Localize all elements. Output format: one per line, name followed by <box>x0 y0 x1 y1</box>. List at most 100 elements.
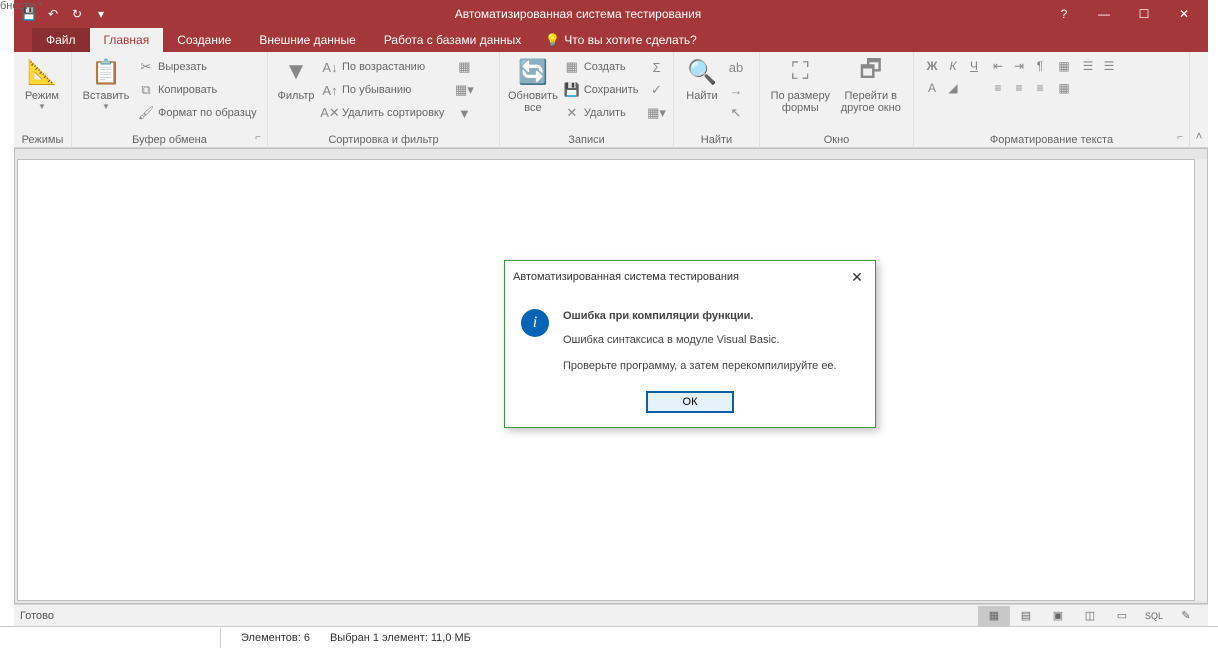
clear-sort-button[interactable]: A✕Удалить сортировку <box>318 102 448 124</box>
bold-button[interactable]: Ж <box>922 56 942 76</box>
funnel-small-icon: ▼ <box>456 105 472 121</box>
close-button[interactable]: ✕ <box>1164 0 1204 28</box>
maximize-button[interactable]: ☐ <box>1124 0 1164 28</box>
brush-icon: 🖌 <box>138 105 154 121</box>
copy-label: Копировать <box>158 84 217 96</box>
gridlines-button[interactable]: ▦ <box>1054 56 1074 76</box>
advanced-icon: ▦▾ <box>456 82 472 98</box>
replace-button[interactable]: ab <box>724 56 748 78</box>
undo-icon[interactable]: ↶ <box>42 3 64 25</box>
view-report-button[interactable]: ▭ <box>1106 606 1138 626</box>
dialog-titlebar: Автоматизированная система тестирования … <box>505 261 875 293</box>
bullet-list-button[interactable]: ☰ <box>1078 56 1098 76</box>
item-count: Элементов: 6 <box>241 632 310 644</box>
advanced-filter-button[interactable]: ▦▾ <box>452 79 476 101</box>
dialog-close-button[interactable]: ✕ <box>847 267 867 287</box>
tab-home[interactable]: Главная <box>90 28 164 52</box>
fit-form-button[interactable]: ⛶ По размеру формы <box>766 54 835 116</box>
window-controls: ? — ☐ ✕ <box>1044 0 1204 28</box>
vertical-scrollbar[interactable] <box>1195 159 1207 601</box>
status-bar: Готово ▦ ▤ ▣ ◫ ▭ SQL ✎ <box>14 604 1208 626</box>
goto-button[interactable]: → <box>724 79 748 101</box>
sort-asc-button[interactable]: A↓По возрастанию <box>318 56 448 78</box>
view-mode-button[interactable]: 📐 Режим ▼ <box>20 54 64 113</box>
spellcheck-button[interactable]: ✓ <box>644 79 668 101</box>
more-icon: ▦▾ <box>648 105 664 121</box>
ok-button[interactable]: ОК <box>646 391 734 413</box>
tab-external-data[interactable]: Внешние данные <box>245 28 370 52</box>
collapse-ribbon-button[interactable]: ˄ <box>1190 52 1208 147</box>
save-record-button[interactable]: 💾Сохранить <box>560 79 643 101</box>
fill-color-button[interactable]: ◢ <box>943 78 963 98</box>
info-icon: i <box>521 309 549 337</box>
tab-file[interactable]: Файл <box>32 28 90 52</box>
align-left-button[interactable]: ≡ <box>988 78 1008 98</box>
ruler-icon: 📐 <box>26 56 58 88</box>
refresh-all-button[interactable]: 🔄 Обновить все <box>506 54 560 116</box>
italic-button[interactable]: К <box>943 56 963 76</box>
indent-decrease-button[interactable]: ⇤ <box>988 56 1008 76</box>
titlebar: 💾 ↶ ↻ ▾ Автоматизированная система тести… <box>14 0 1208 28</box>
tab-create[interactable]: Создание <box>163 28 245 52</box>
dialog-message: Ошибка при компиляции функции. Ошибка си… <box>563 307 837 375</box>
tell-me-search[interactable]: 💡 Что вы хотите сделать? <box>535 28 707 52</box>
filter-label: Фильтр <box>278 90 315 102</box>
view-sql-button[interactable]: SQL <box>1138 606 1170 626</box>
dialog-line2: Проверьте программу, а затем перекомпили… <box>563 357 837 375</box>
switch-window-button[interactable]: 🗗 Перейти в другое окно <box>835 54 907 116</box>
switch-label: Перейти в другое окно <box>837 90 905 114</box>
save-small-icon: 💾 <box>564 82 580 98</box>
alt-row-color-button[interactable]: ▦ <box>1054 78 1074 98</box>
clipboard-icon: 📋 <box>90 56 122 88</box>
more-records-button[interactable]: ▦▾ <box>644 102 668 124</box>
group-clipboard: 📋 Вставить ▼ ✂Вырезать ⧉ Копировать 🖌 Форм… <box>72 52 268 148</box>
group-sort-filter: ▼ Фильтр A↓По возрастанию A↑По убыванию … <box>268 52 500 148</box>
tab-database-tools[interactable]: Работа с базами данных <box>370 28 535 52</box>
underline-button[interactable]: Ч <box>964 56 984 76</box>
group-records-label: Записи <box>506 132 667 148</box>
indent-increase-button[interactable]: ⇥ <box>1009 56 1029 76</box>
align-center-button[interactable]: ≡ <box>1009 78 1029 98</box>
new-record-button[interactable]: ▦Создать <box>560 56 643 78</box>
select-button[interactable]: ↖ <box>724 102 748 124</box>
fit-label: По размеру формы <box>768 90 833 114</box>
font-color-button[interactable]: A <box>922 78 942 98</box>
group-views-label: Режимы <box>20 132 65 148</box>
textfmt-launcher[interactable]: ⌐ <box>1173 132 1187 146</box>
clipboard-launcher[interactable]: ⌐ <box>251 132 265 146</box>
sort-desc-button[interactable]: A↑По убыванию <box>318 79 448 101</box>
lightbulb-icon: 💡 <box>545 33 560 47</box>
find-button[interactable]: 🔍 Найти <box>680 54 724 104</box>
dialog-header: Ошибка при компиляции функции. <box>563 307 837 325</box>
numbered-list-button[interactable]: ☰ <box>1099 56 1119 76</box>
align-right-button[interactable]: ≡ <box>1030 78 1050 98</box>
goto-icon: → <box>728 82 744 98</box>
find-label: Найти <box>686 90 717 102</box>
copy-icon: ⧉ <box>138 82 154 98</box>
selection-filter-button[interactable]: ▦ <box>452 56 476 78</box>
view-layout-button[interactable]: ▣ <box>1042 606 1074 626</box>
paste-button[interactable]: 📋 Вставить ▼ <box>78 54 134 113</box>
group-text-format: Ж К Ч A ◢ ⇤ ⇥ ¶ ≡ ≡ ≡ <box>914 52 1190 148</box>
view-datasheet-button[interactable]: ▤ <box>1010 606 1042 626</box>
redo-icon[interactable]: ↻ <box>66 3 88 25</box>
group-find-label: Найти <box>680 132 753 148</box>
format-painter-label: Формат по образцу <box>158 107 257 119</box>
delete-record-button[interactable]: ✕Удалить <box>560 102 643 124</box>
qat-customize-icon[interactable]: ▾ <box>90 3 112 25</box>
toggle-filter-button[interactable]: ▼ <box>452 102 476 124</box>
view-form-button[interactable]: ▦ <box>978 606 1010 626</box>
view-design-button[interactable]: ◫ <box>1074 606 1106 626</box>
status-ready: Готово <box>20 610 54 622</box>
cut-button[interactable]: ✂Вырезать <box>134 56 261 78</box>
minimize-button[interactable]: — <box>1084 0 1124 28</box>
cut-label: Вырезать <box>158 61 207 73</box>
copy-button[interactable]: ⧉ Копировать <box>134 79 261 101</box>
help-button[interactable]: ? <box>1044 0 1084 28</box>
totals-button[interactable]: Σ <box>644 56 668 78</box>
format-painter-button[interactable]: 🖌 Формат по образцу <box>134 102 261 124</box>
paste-label: Вставить <box>83 90 130 102</box>
view-design2-button[interactable]: ✎ <box>1170 606 1202 626</box>
filter-button[interactable]: ▼ Фильтр <box>274 54 318 104</box>
rtl-button[interactable]: ¶ <box>1030 56 1050 76</box>
